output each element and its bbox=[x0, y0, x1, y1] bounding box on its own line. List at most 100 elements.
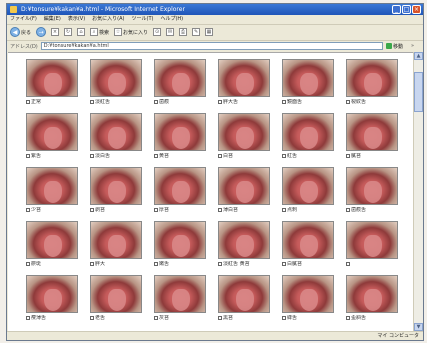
tongue-item[interactable]: 薄白苔 bbox=[218, 167, 280, 221]
tongue-item[interactable]: 白苔 bbox=[218, 113, 280, 167]
select-checkbox[interactable] bbox=[90, 100, 94, 104]
menu-edit[interactable]: 編集(E) bbox=[44, 15, 61, 24]
tongue-thumbnail[interactable] bbox=[90, 221, 142, 259]
select-checkbox[interactable] bbox=[90, 262, 94, 266]
tongue-thumbnail[interactable] bbox=[90, 275, 142, 313]
select-checkbox[interactable] bbox=[218, 262, 222, 266]
tongue-thumbnail[interactable] bbox=[26, 59, 78, 97]
refresh-icon[interactable]: ↻ bbox=[64, 28, 73, 36]
tongue-thumbnail[interactable] bbox=[282, 275, 334, 313]
tongue-item[interactable]: 痩薄舌 bbox=[26, 275, 88, 329]
tongue-thumbnail[interactable] bbox=[26, 113, 78, 151]
stop-icon[interactable]: × bbox=[51, 28, 60, 36]
tongue-thumbnail[interactable] bbox=[154, 59, 206, 97]
tongue-thumbnail[interactable] bbox=[346, 275, 398, 313]
menu-favorites[interactable]: お気に入り(A) bbox=[92, 15, 124, 24]
home-icon[interactable]: ⌂ bbox=[77, 28, 86, 36]
tongue-thumbnail[interactable] bbox=[154, 275, 206, 313]
vertical-scrollbar[interactable]: ▲ ▼ bbox=[413, 52, 423, 331]
tongue-thumbnail[interactable] bbox=[346, 221, 398, 259]
tongue-thumbnail[interactable] bbox=[90, 167, 142, 205]
tongue-item[interactable]: 裂紋舌 bbox=[346, 59, 408, 113]
select-checkbox[interactable] bbox=[154, 262, 158, 266]
select-checkbox[interactable] bbox=[282, 154, 286, 158]
tongue-thumbnail[interactable] bbox=[282, 221, 334, 259]
select-checkbox[interactable] bbox=[26, 262, 30, 266]
tongue-item[interactable]: 老舌 bbox=[90, 275, 152, 329]
tongue-item[interactable]: 紅舌 bbox=[282, 113, 344, 167]
tongue-item[interactable]: 少苔 bbox=[26, 167, 88, 221]
menu-tools[interactable]: ツール(T) bbox=[132, 15, 154, 24]
menu-view[interactable]: 表示(V) bbox=[68, 15, 85, 24]
tongue-thumbnail[interactable] bbox=[26, 275, 78, 313]
select-checkbox[interactable] bbox=[218, 208, 222, 212]
tongue-thumbnail[interactable] bbox=[282, 113, 334, 151]
select-checkbox[interactable] bbox=[90, 208, 94, 212]
tongue-item[interactable]: 紫舌 bbox=[26, 113, 88, 167]
history-icon[interactable]: ⊙ bbox=[153, 28, 162, 36]
tongue-thumbnail[interactable] bbox=[218, 275, 270, 313]
tongue-thumbnail[interactable] bbox=[218, 59, 270, 97]
select-checkbox[interactable] bbox=[282, 262, 286, 266]
select-checkbox[interactable] bbox=[346, 154, 350, 158]
tongue-item[interactable]: 白膩苔 bbox=[282, 221, 344, 275]
tongue-item[interactable]: 淡紅舌 黄苔 bbox=[218, 221, 280, 275]
tongue-thumbnail[interactable] bbox=[282, 59, 334, 97]
tongue-item[interactable] bbox=[346, 221, 408, 275]
tongue-thumbnail[interactable] bbox=[154, 167, 206, 205]
select-checkbox[interactable] bbox=[90, 316, 94, 320]
tongue-item[interactable]: 膩苔 bbox=[346, 113, 408, 167]
scroll-thumb[interactable] bbox=[414, 72, 423, 112]
select-checkbox[interactable] bbox=[154, 154, 158, 158]
tongue-thumbnail[interactable] bbox=[154, 221, 206, 259]
select-checkbox[interactable] bbox=[282, 208, 286, 212]
links-button[interactable]: » bbox=[411, 43, 423, 49]
tongue-thumbnail[interactable] bbox=[346, 167, 398, 205]
select-checkbox[interactable] bbox=[282, 100, 286, 104]
select-checkbox[interactable] bbox=[218, 100, 222, 104]
tongue-thumbnail[interactable] bbox=[346, 59, 398, 97]
select-checkbox[interactable] bbox=[346, 208, 350, 212]
tongue-thumbnail[interactable] bbox=[154, 113, 206, 151]
select-checkbox[interactable] bbox=[26, 100, 30, 104]
tongue-item[interactable]: 瘀斑 bbox=[26, 221, 88, 275]
scroll-down-button[interactable]: ▼ bbox=[414, 323, 423, 331]
tongue-thumbnail[interactable] bbox=[218, 221, 270, 259]
search-button[interactable]: ⌕ 検索 bbox=[90, 28, 109, 36]
tongue-item[interactable]: 歯痕 bbox=[154, 59, 216, 113]
maximize-button[interactable]: □ bbox=[402, 5, 411, 14]
menu-file[interactable]: ファイル(F) bbox=[10, 15, 37, 24]
select-checkbox[interactable] bbox=[218, 154, 222, 158]
tongue-item[interactable]: 正常 bbox=[26, 59, 88, 113]
tongue-item[interactable]: 歯痕舌 bbox=[346, 167, 408, 221]
tongue-thumbnail[interactable] bbox=[282, 167, 334, 205]
tongue-item[interactable]: 歪斜舌 bbox=[346, 275, 408, 329]
mail-icon[interactable]: ✉ bbox=[166, 28, 175, 36]
tongue-item[interactable]: 絳舌 bbox=[282, 275, 344, 329]
tongue-thumbnail[interactable] bbox=[26, 221, 78, 259]
edit-icon[interactable]: ✎ bbox=[192, 28, 201, 36]
select-checkbox[interactable] bbox=[90, 154, 94, 158]
tongue-item[interactable]: 淡白舌 bbox=[90, 113, 152, 167]
tongue-item[interactable]: 淡紅舌 bbox=[90, 59, 152, 113]
tongue-item[interactable]: 胖大舌 bbox=[218, 59, 280, 113]
select-checkbox[interactable] bbox=[154, 100, 158, 104]
select-checkbox[interactable] bbox=[346, 100, 350, 104]
tongue-item[interactable]: 灰苔 bbox=[154, 275, 216, 329]
tongue-thumbnail[interactable] bbox=[26, 167, 78, 205]
favorites-button[interactable]: ☆ お気に入り bbox=[114, 28, 148, 36]
select-checkbox[interactable] bbox=[218, 316, 222, 320]
select-checkbox[interactable] bbox=[26, 208, 30, 212]
tongue-item[interactable]: 黒苔 bbox=[218, 275, 280, 329]
select-checkbox[interactable] bbox=[26, 316, 30, 320]
back-button[interactable]: ◀ 戻る bbox=[10, 27, 31, 37]
select-checkbox[interactable] bbox=[154, 316, 158, 320]
tongue-thumbnail[interactable] bbox=[90, 59, 142, 97]
menu-help[interactable]: ヘルプ(H) bbox=[160, 15, 183, 24]
tongue-item[interactable]: 嫩舌 bbox=[154, 221, 216, 275]
tongue-thumbnail[interactable] bbox=[218, 113, 270, 151]
forward-button[interactable]: → bbox=[36, 27, 47, 37]
tongue-item[interactable]: 厚苔 bbox=[154, 167, 216, 221]
tongue-thumbnail[interactable] bbox=[90, 113, 142, 151]
tongue-item[interactable]: 黄苔 bbox=[154, 113, 216, 167]
